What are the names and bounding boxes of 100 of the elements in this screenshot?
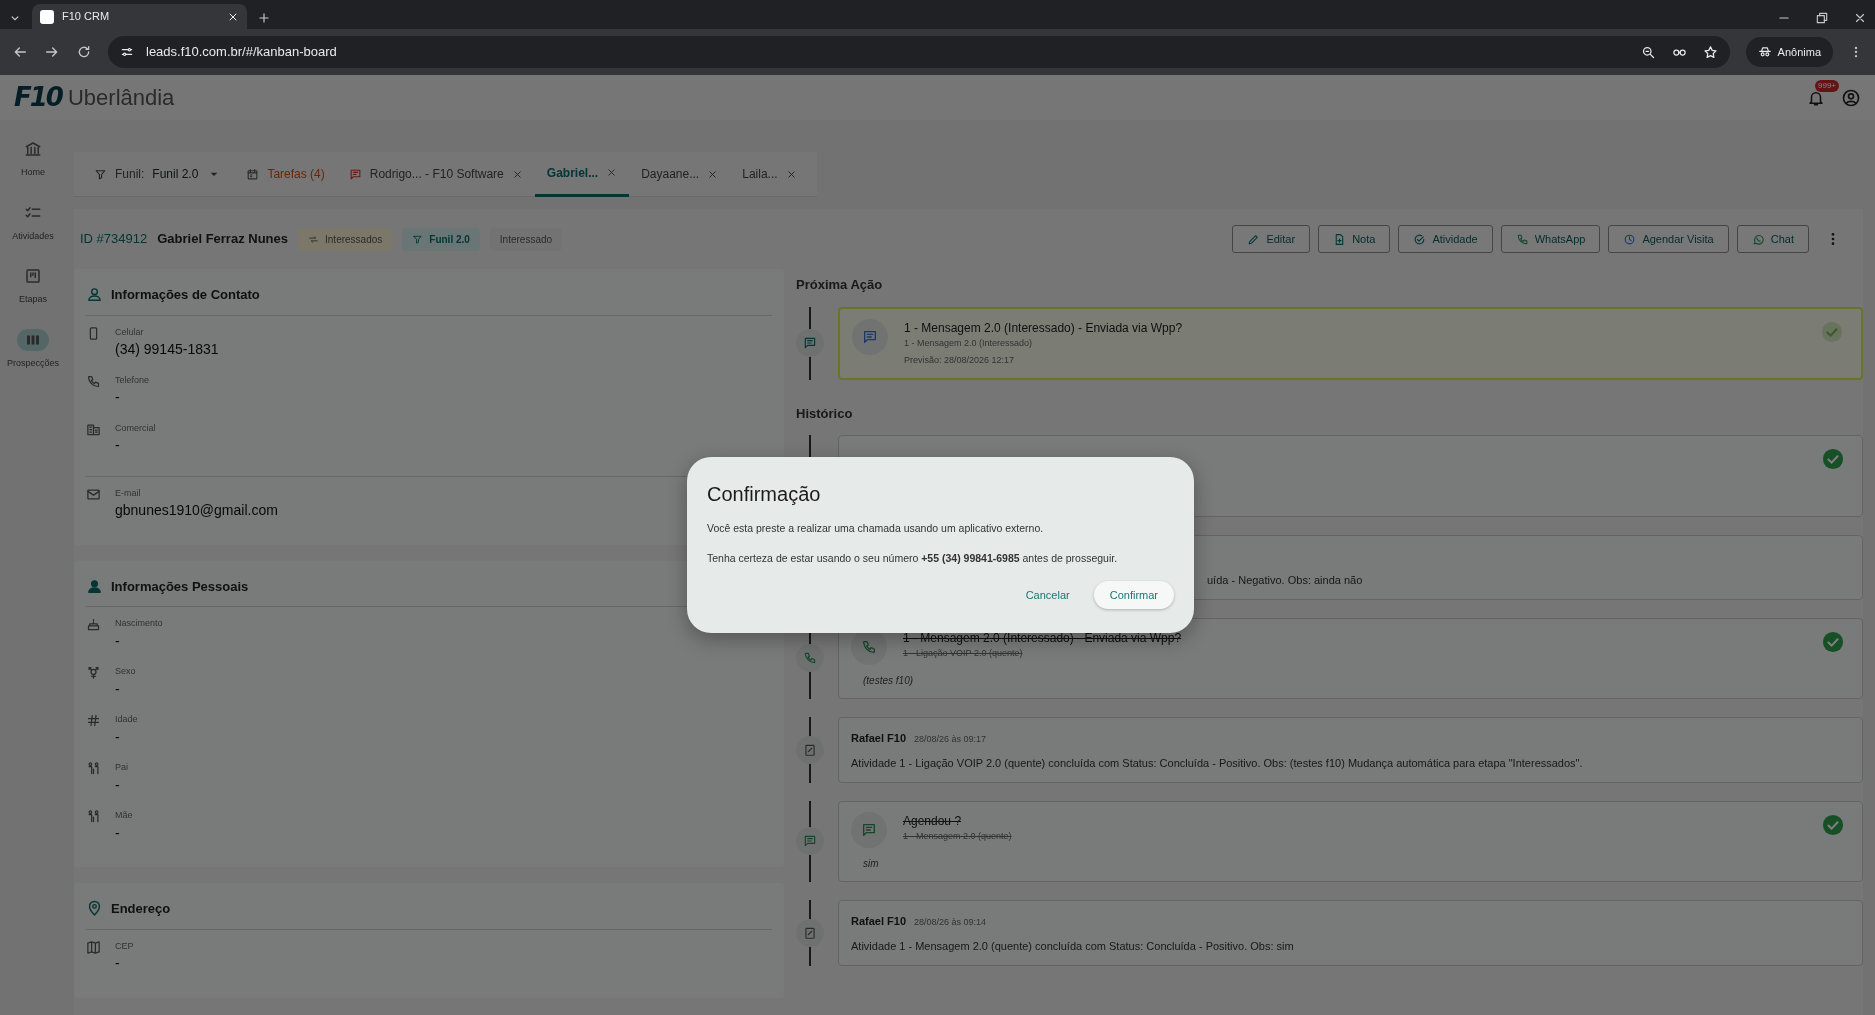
sidebar-item[interactable]: Prospecções	[7, 328, 59, 370]
person-icon	[86, 577, 103, 595]
account-icon[interactable]	[1841, 87, 1861, 108]
field-value: -	[115, 727, 121, 747]
new-tab-icon[interactable]	[257, 11, 271, 25]
sidebar-item[interactable]: Etapas	[17, 265, 49, 307]
action-button[interactable]: Atividade	[1398, 224, 1493, 254]
check-circle-icon[interactable]	[1822, 448, 1844, 470]
back-icon[interactable]	[12, 44, 28, 60]
address-bar[interactable]: leads.f10.com.br/#/kanban-board	[108, 36, 1730, 68]
due-date: Previsão: 28/08/2026 12:17	[904, 354, 1016, 367]
lead-tab[interactable]: Gabriel...	[534, 151, 630, 197]
field-value: -	[115, 388, 121, 407]
log-text: Atividade 1 - Ligação VOIP 2.0 (quente) concluída com Status: Concluída - Positivo. Obs: (testes f10) Mudança automática para etapa "Interessados".	[851, 756, 1584, 771]
restore-icon[interactable]	[1815, 11, 1829, 25]
check-circle-icon[interactable]	[1822, 630, 1844, 653]
field-value: -	[115, 954, 121, 973]
activity-note: (testes f10)	[863, 673, 915, 688]
close-icon[interactable]	[1853, 11, 1867, 25]
field-value: gbnunes1910@gmail.com	[115, 501, 278, 520]
activity-title: 1 - Mensagem 2.0 (Interessado) - Enviada via Wpp?	[904, 319, 1183, 337]
action-button[interactable]: Editar	[1232, 224, 1311, 254]
message-icon	[803, 336, 817, 350]
site-info-icon[interactable]	[120, 45, 134, 59]
gender-icon	[86, 665, 101, 680]
bell-icon[interactable]	[1807, 89, 1825, 108]
activity-title: Agendou ?	[903, 812, 963, 830]
message-icon	[861, 821, 877, 838]
family-icon	[86, 761, 101, 776]
dialog-title: Confirmação	[707, 482, 822, 507]
lead-id: ID #734912	[80, 230, 148, 249]
field-value: (34) 99145-1831	[115, 340, 219, 359]
action-button[interactable]: WhatsApp	[1500, 224, 1601, 254]
message-icon	[862, 328, 878, 345]
author-name: Rafael F10	[851, 914, 907, 927]
logo: F10	[14, 81, 62, 114]
activity-subtitle: 1 - Ligação VOIP 2.0 (quente)	[903, 646, 1024, 660]
sidebar-item[interactable]: Home	[17, 138, 49, 180]
log-date: 28/08/26 às 09:17	[914, 733, 987, 744]
section-title: Endereço	[111, 900, 171, 918]
activity-card[interactable]: 1 - Mensagem 2.0 (Interessado) - Enviada via Wpp? 1 - Mensagem 2.0 (Interessado) Previsão: 28/08/2026 12:17	[838, 306, 1863, 380]
phone-icon	[861, 638, 877, 655]
sidebar-item[interactable]: Atividades	[12, 201, 54, 243]
stage-chip: Interessados	[298, 227, 393, 251]
family-icon	[86, 809, 101, 824]
field-label: Celular	[115, 325, 145, 339]
section-title: Informações Pessoais	[111, 577, 249, 596]
hash-icon	[86, 713, 101, 728]
confirm-button[interactable]: Confirmar	[1093, 580, 1174, 609]
activity-subtitle: 1 - Mensagem 2.0 (Interessado)	[904, 336, 1034, 350]
zoom-icon[interactable]	[1640, 44, 1656, 60]
field-label: Comercial	[115, 421, 156, 435]
lead-tab[interactable]: Rodrigo... - F10 Software	[336, 151, 535, 197]
clock-icon	[1623, 232, 1637, 246]
pencil-icon	[1247, 232, 1261, 246]
activity-note: sim	[863, 856, 880, 871]
field-value: -	[115, 631, 121, 651]
incognito-icon	[1757, 45, 1772, 59]
reload-icon[interactable]	[76, 44, 92, 60]
activity-subtitle: 1 - Mensagem 2.0 (quente)	[903, 829, 1012, 843]
funnel-select[interactable]: Funil: Funil 2.0	[82, 151, 235, 197]
action-button[interactable]: Nota	[1318, 224, 1391, 254]
section-title: Próxima Ação	[796, 276, 884, 294]
field-value: -	[115, 823, 121, 843]
field-label: Idade	[115, 713, 138, 726]
notification-count: 999+	[1815, 79, 1840, 92]
lead-tab[interactable]: Tarefas (4)	[234, 151, 337, 197]
section-title: Histórico	[796, 404, 854, 423]
forward-icon[interactable]	[44, 44, 60, 60]
city-title: Uberlândia	[67, 84, 175, 112]
map-icon	[86, 939, 101, 955]
board-icon	[24, 267, 42, 285]
field-value: -	[115, 679, 121, 699]
browser-tab[interactable]: F10 CRM	[32, 4, 247, 29]
person-icon	[86, 286, 103, 304]
check-circle-icon[interactable]	[1821, 320, 1843, 343]
bookmark-star-icon[interactable]	[1702, 44, 1718, 60]
field-label: Telefone	[115, 373, 150, 387]
funnel-icon	[94, 167, 107, 181]
activity-title: 1 - Mensagem 2.0 (Interessado) - Enviada via Wpp?	[903, 629, 1182, 647]
incognito-badge[interactable]: Anônima	[1745, 37, 1833, 67]
activity-card[interactable]: 1 - Mensagem 2.0 (Interessado) - Enviada via Wpp? 1 - Ligação VOIP 2.0 (quente) (testes f10)	[838, 617, 1863, 699]
action-button[interactable]: Chat	[1736, 224, 1809, 254]
action-button[interactable]: Agendar Visita	[1608, 224, 1729, 254]
cancel-button[interactable]: Cancelar	[1013, 580, 1082, 609]
field-label: Sexo	[115, 665, 136, 678]
log-text: Atividade 1 - Mensagem 2.0 (quente) concluída com Status: Concluída - Positivo. Obs: sim	[851, 939, 1295, 954]
bank-icon	[24, 140, 42, 158]
building-icon	[86, 421, 101, 437]
message-icon	[348, 167, 362, 181]
chat-icon	[1751, 232, 1765, 246]
field-label: Mãe	[115, 809, 133, 822]
clipboard-icon	[803, 742, 817, 757]
lead-tab[interactable]: Dayaane...	[629, 151, 731, 197]
check-circle-icon[interactable]	[1822, 813, 1844, 836]
cake-icon	[86, 617, 101, 632]
lead-tab[interactable]: Laila...	[730, 151, 809, 197]
author-name: Rafael F10	[851, 731, 907, 744]
activity-card[interactable]: Agendou ? 1 - Mensagem 2.0 (quente) sim	[838, 800, 1863, 882]
lead-name: Gabriel Ferraz Nunes	[157, 230, 288, 249]
